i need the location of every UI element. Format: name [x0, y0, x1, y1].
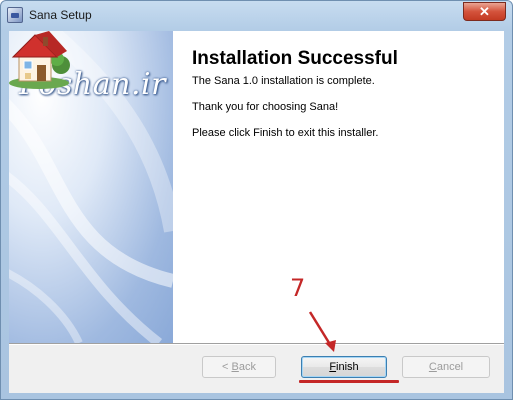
annotation-overlay: 7	[290, 274, 336, 352]
annotation-arrowhead	[325, 340, 336, 352]
annotation-arrow	[308, 311, 333, 347]
annotation-underline	[299, 380, 399, 383]
step-number: 7	[290, 274, 305, 302]
